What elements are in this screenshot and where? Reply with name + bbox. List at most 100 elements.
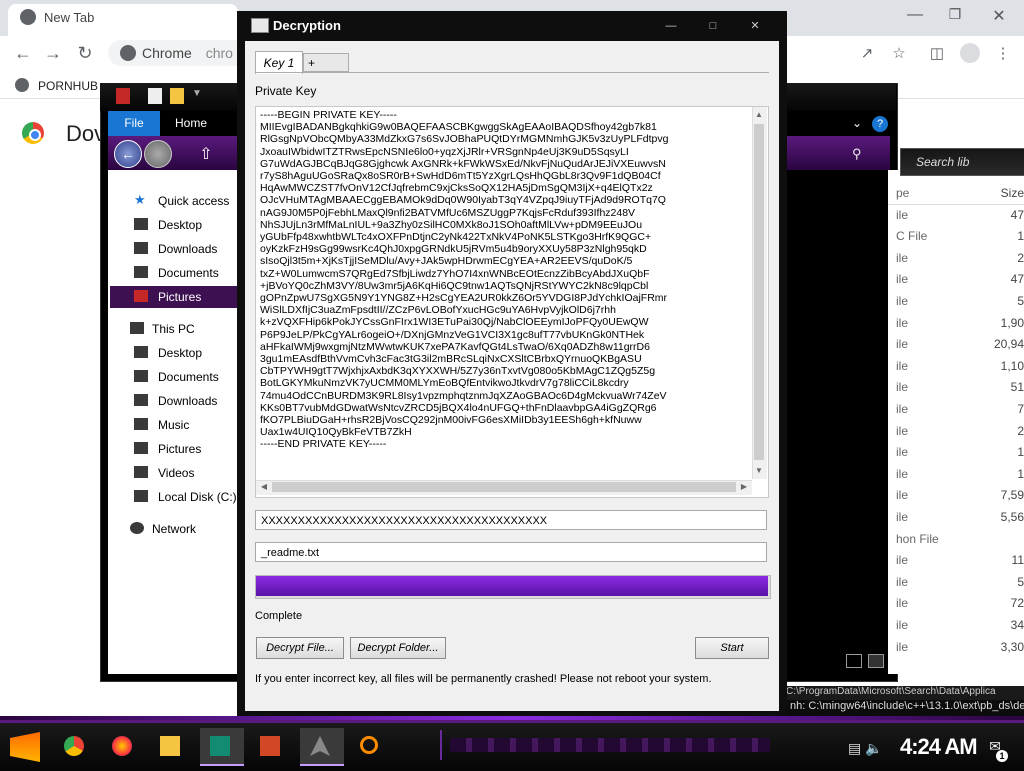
scroll-right-arrow-icon[interactable]: ▶ — [738, 481, 750, 493]
nav-desktop[interactable]: Desktop — [110, 214, 238, 236]
file-type-cell: ile — [896, 337, 909, 351]
private-key-text[interactable]: -----BEGIN PRIVATE KEY----- MIIEvgIBADAN… — [260, 109, 750, 475]
reload-icon[interactable]: ↻ — [74, 42, 96, 64]
profile-avatar-icon[interactable] — [960, 43, 980, 63]
key-vertical-scroll-thumb[interactable] — [754, 124, 764, 460]
close-icon[interactable]: ✕ — [736, 17, 774, 35]
file-type-cell: hon File — [896, 532, 939, 546]
chrome-tab-new-tab[interactable] — [8, 4, 238, 36]
chrome-tab-favicon-icon — [20, 9, 36, 25]
explorer-app-icon — [116, 88, 130, 104]
nav-this-pc[interactable]: This PC — [110, 318, 238, 340]
file-type-cell: ile — [896, 316, 909, 330]
quick-access-dropdown-icon[interactable]: ▼ — [192, 88, 202, 99]
omnibox-url-text[interactable]: chro — [206, 45, 233, 61]
nav-pictures-selected[interactable]: Pictures — [110, 286, 238, 308]
file-size-cell: 34 — [1010, 618, 1024, 632]
downloads-icon — [134, 242, 148, 254]
view-toggle-icons[interactable] — [846, 654, 886, 668]
desktop-icon — [134, 346, 148, 358]
taskbar-firefox-icon[interactable] — [104, 728, 140, 764]
file-size-cell: 7 — [1017, 402, 1024, 416]
quick-new-folder-icon[interactable] — [170, 88, 184, 104]
explorer-forward-icon[interactable] — [144, 140, 172, 168]
nav-label: Desktop — [158, 218, 203, 232]
bookmark-favicon-icon — [15, 78, 29, 92]
network-tray-icon[interactable]: ▤ — [848, 740, 861, 756]
chrome-maximize-icon[interactable]: ❐ — [940, 6, 970, 28]
taskbar-chrome-icon[interactable] — [56, 728, 92, 764]
explorer-up-icon[interactable]: ⇧ — [196, 144, 216, 164]
file-size-cell: 7,59 — [1000, 488, 1024, 502]
drive-icon — [134, 490, 148, 502]
taskbar-jet-icon[interactable] — [300, 728, 344, 766]
share-icon[interactable]: ↗ — [858, 44, 876, 62]
taskbar-search-icon[interactable] — [352, 728, 388, 764]
tab-add-key[interactable]: + — [303, 53, 349, 72]
documents-icon — [134, 370, 148, 382]
file-type-cell: ile — [896, 359, 909, 373]
nav-music[interactable]: Music — [110, 414, 238, 436]
scroll-left-arrow-icon[interactable]: ◀ — [258, 481, 270, 493]
taskbar-powerpoint-icon[interactable] — [252, 728, 288, 764]
chrome-close-icon[interactable]: ✕ — [984, 6, 1014, 28]
scroll-down-arrow-icon[interactable]: ▼ — [753, 465, 765, 477]
maximize-icon[interactable]: □ — [694, 17, 732, 35]
file-type-cell: ile — [896, 510, 909, 524]
nav-downloads[interactable]: Downloads — [110, 238, 238, 260]
key-id-field[interactable]: XXXXXXXXXXXXXXXXXXXXXXXXXXXXXXXXXXXXXXX — [255, 510, 767, 530]
ribbon-home-tab[interactable]: Home — [166, 111, 216, 136]
nav-quick-access[interactable]: ★ Quick access — [110, 190, 238, 212]
nav-pc-downloads[interactable]: Downloads — [110, 390, 238, 412]
nav-pc-pictures[interactable]: Pictures — [110, 438, 238, 460]
volume-icon[interactable]: 🔈 — [865, 740, 882, 756]
system-tray[interactable]: ▤ 🔈 — [848, 740, 883, 757]
quick-properties-icon[interactable] — [148, 88, 162, 104]
ribbon-collapse-icon[interactable]: ⌄ — [852, 116, 862, 130]
taskbar-publisher-icon[interactable] — [200, 728, 244, 766]
side-panel-icon[interactable]: ◫ — [928, 44, 946, 62]
chrome-minimize-icon[interactable]: — — [900, 6, 930, 28]
nav-local-disk[interactable]: Local Disk (C:) — [110, 486, 238, 508]
nav-pc-desktop[interactable]: Desktop — [110, 342, 238, 364]
bookmark-item[interactable]: PORNHUB — [38, 79, 98, 93]
music-icon — [134, 418, 148, 430]
decrypt-folder-button[interactable]: Decrypt Folder... — [350, 637, 446, 659]
warning-message: If you enter incorrect key, all files wi… — [255, 673, 712, 685]
file-type-cell: ile — [896, 575, 909, 589]
explorer-search-glass-icon[interactable]: ⚲ — [852, 146, 862, 162]
nav-label: This PC — [152, 322, 195, 336]
file-type-cell: ile — [896, 380, 909, 394]
details-view-icon[interactable] — [846, 654, 862, 668]
large-icons-view-icon[interactable] — [868, 654, 884, 668]
minimize-icon[interactable]: — — [652, 17, 690, 35]
forward-arrow-icon[interactable]: → — [42, 42, 64, 64]
taskbar-file-explorer-icon[interactable] — [152, 728, 188, 764]
back-arrow-icon[interactable]: ← — [12, 42, 34, 64]
taskbar-clock[interactable]: 4:24 AM — [900, 734, 978, 760]
chrome-menu-icon[interactable]: ⋮ — [994, 44, 1012, 62]
key-horizontal-scroll-thumb[interactable] — [272, 482, 736, 492]
file-type-cell: ile — [896, 467, 909, 481]
tab-key-1[interactable]: Key 1 — [255, 51, 303, 74]
file-size-cell: 1 — [1017, 467, 1024, 481]
help-icon[interactable]: ? — [872, 116, 888, 132]
nav-network[interactable]: Network — [110, 518, 238, 540]
file-size-cell: 5 — [1017, 575, 1024, 589]
explorer-back-icon[interactable]: ← — [114, 140, 142, 168]
nav-videos[interactable]: Videos — [110, 462, 238, 484]
ribbon-file-tab[interactable]: File — [108, 111, 160, 136]
scroll-up-arrow-icon[interactable]: ▲ — [753, 109, 765, 121]
file-type-cell: ile — [896, 640, 909, 654]
file-type-cell: ile — [896, 251, 909, 265]
start-button[interactable]: Start — [695, 637, 769, 659]
network-icon — [130, 522, 144, 534]
search-magnifier-icon — [360, 736, 378, 754]
file-size-cell: 2 — [1017, 251, 1024, 265]
readme-filename-field[interactable]: _readme.txt — [255, 542, 767, 562]
nav-pc-documents[interactable]: Documents — [110, 366, 238, 388]
file-size-cell: 1 — [1017, 445, 1024, 459]
star-bookmark-icon[interactable]: ☆ — [890, 44, 908, 62]
decrypt-file-button[interactable]: Decrypt File... — [256, 637, 344, 659]
nav-documents[interactable]: Documents — [110, 262, 238, 284]
